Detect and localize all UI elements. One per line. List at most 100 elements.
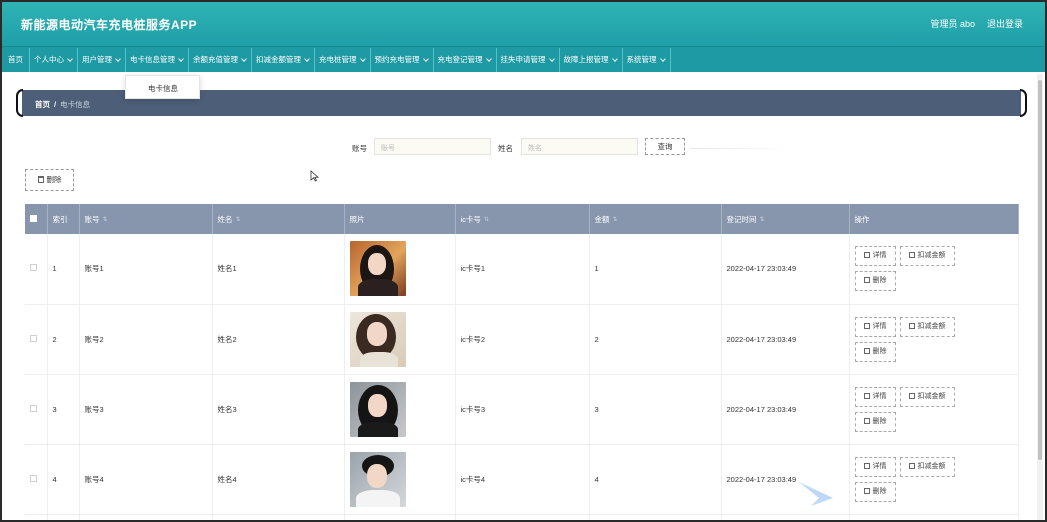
row-select-cell[interactable] bbox=[25, 444, 48, 515]
deduct-icon bbox=[908, 252, 915, 259]
row-select-cell[interactable] bbox=[25, 374, 48, 445]
delete-button[interactable]: 删除 bbox=[854, 481, 896, 502]
breadcrumb-text: 首页 / 电卡信息 bbox=[35, 99, 90, 110]
account-cell: 账号1 bbox=[79, 234, 213, 305]
nav-item-charging-record[interactable]: 充电登记管理 bbox=[434, 48, 497, 72]
delete-label: 删除 bbox=[872, 277, 887, 285]
sort-icon[interactable]: ⇅ bbox=[236, 216, 241, 223]
nav-label: 个人中心 bbox=[34, 55, 64, 64]
detail-button[interactable]: 详情 bbox=[854, 316, 896, 337]
delete-button[interactable]: 删除 bbox=[854, 341, 896, 362]
actions-cell: 详情 扣减金额 删除 bbox=[849, 374, 1019, 445]
detail-button[interactable]: 详情 bbox=[854, 456, 896, 477]
nav-item-loss-report[interactable]: 挂失申请管理 bbox=[497, 48, 560, 72]
column-header[interactable]: 金额 ⇅ bbox=[589, 204, 722, 234]
chevron-down-icon bbox=[659, 56, 666, 62]
amount-cell: 1 bbox=[589, 234, 722, 305]
row-select-cell[interactable] bbox=[25, 234, 48, 305]
table-row bbox=[25, 514, 1019, 520]
detail-label: 详情 bbox=[872, 392, 887, 400]
select-all-cell[interactable] bbox=[25, 204, 48, 234]
chevron-down-icon bbox=[422, 56, 429, 62]
select-all-checkbox[interactable] bbox=[30, 214, 37, 222]
deduct-button[interactable]: 扣减金额 bbox=[899, 316, 955, 337]
delete-button[interactable]: 删除 bbox=[854, 411, 896, 432]
sort-icon[interactable]: ⇅ bbox=[760, 216, 765, 223]
nav-label: 电卡信息管理 bbox=[130, 55, 175, 64]
trash-icon bbox=[37, 176, 44, 183]
nav-item-home[interactable]: 首页 bbox=[2, 48, 30, 72]
photo-cell bbox=[344, 444, 456, 515]
bulk-delete-button[interactable]: 删除 bbox=[25, 169, 74, 191]
name-input[interactable]: 姓名 bbox=[521, 138, 638, 155]
card-info-table: 索引 账号 ⇅ 姓名 ⇅ 照片 ic卡号 ⇅ 金额 ⇅ 登记时间 ⇅ 操作 1 账号1 姓… bbox=[25, 204, 1019, 520]
nav-item-reservation[interactable]: 预约充电管理 bbox=[371, 48, 434, 72]
column-header[interactable]: 姓名 ⇅ bbox=[212, 204, 345, 234]
nav-item-system-management[interactable]: 系统管理 bbox=[623, 48, 671, 72]
nav-item-deduction[interactable]: 扣减金额管理 bbox=[252, 48, 315, 72]
row-checkbox[interactable] bbox=[30, 474, 37, 482]
time-cell bbox=[721, 514, 850, 520]
column-header: 操作 bbox=[849, 204, 1019, 234]
photo-cell bbox=[344, 304, 456, 375]
row-checkbox[interactable] bbox=[30, 404, 37, 412]
card-number-cell: ic卡号4 bbox=[455, 444, 590, 515]
search-button[interactable]: 查询 bbox=[645, 138, 685, 155]
trash-icon bbox=[863, 417, 870, 424]
nav-item-fault-report[interactable]: 故障上报管理 bbox=[560, 48, 623, 72]
name-cell: 姓名3 bbox=[212, 374, 345, 445]
nav-label: 扣减金额管理 bbox=[256, 55, 301, 64]
nav-item-user-management[interactable]: 用户管理 bbox=[78, 48, 126, 72]
column-header-label: 金额 bbox=[594, 214, 610, 224]
row-checkbox[interactable] bbox=[30, 334, 37, 342]
chevron-down-icon bbox=[548, 56, 555, 62]
index-cell: 1 bbox=[47, 234, 80, 305]
row-select-cell[interactable] bbox=[25, 304, 48, 375]
deduct-icon bbox=[908, 322, 915, 329]
deduct-button[interactable]: 扣减金额 bbox=[899, 246, 955, 267]
trash-icon bbox=[863, 277, 870, 284]
column-header[interactable]: 登记时间 ⇅ bbox=[721, 204, 850, 234]
sort-icon[interactable]: ⇅ bbox=[613, 216, 618, 223]
chevron-down-icon bbox=[178, 56, 184, 62]
detail-icon bbox=[863, 462, 870, 469]
column-header[interactable]: ic卡号 ⇅ bbox=[455, 204, 590, 234]
amount-cell: 4 bbox=[589, 444, 722, 515]
nav-item-charging-pile[interactable]: 充电桩管理 bbox=[315, 48, 371, 72]
scrollbar-thumb[interactable] bbox=[1038, 80, 1042, 460]
detail-label: 详情 bbox=[872, 462, 887, 470]
column-header-label: 姓名 bbox=[217, 214, 233, 224]
breadcrumb-home[interactable]: 首页 bbox=[35, 100, 50, 109]
nav-item-balance-recharge[interactable]: 余额充值管理 bbox=[189, 48, 252, 72]
account-cell: 账号2 bbox=[79, 304, 213, 375]
admin-user-label[interactable]: 管理员 abo bbox=[930, 17, 975, 30]
sort-icon[interactable]: ⇅ bbox=[484, 216, 489, 223]
logout-link[interactable]: 退出登录 bbox=[987, 17, 1023, 30]
amount-cell bbox=[589, 514, 722, 520]
sort-icon[interactable]: ⇅ bbox=[103, 216, 108, 223]
deduct-button[interactable]: 扣减金额 bbox=[899, 456, 955, 477]
deduct-label: 扣减金额 bbox=[917, 322, 946, 330]
app-window: 新能源电动汽车充电桩服务APP 管理员 abo 退出登录 首页 个人中心 用户管… bbox=[0, 0, 1047, 522]
dropdown-item-card-info[interactable]: 电卡信息 bbox=[148, 84, 178, 93]
chevron-down-icon bbox=[67, 56, 73, 62]
column-header-label: ic卡号 bbox=[460, 214, 481, 224]
actions-cell: 详情 扣减金额 删除 bbox=[849, 444, 1019, 515]
deduct-button[interactable]: 扣减金额 bbox=[899, 386, 955, 407]
index-cell bbox=[47, 514, 80, 520]
card-number-cell: ic卡号3 bbox=[455, 374, 590, 445]
nav-item-card-info-management[interactable]: 电卡信息管理 bbox=[126, 48, 189, 72]
detail-button[interactable]: 详情 bbox=[854, 386, 896, 407]
name-cell: 姓名4 bbox=[212, 444, 345, 515]
deduct-label: 扣减金额 bbox=[917, 462, 946, 470]
search-form: 账号 账号 姓名 姓名 查询 bbox=[2, 138, 1045, 156]
delete-button[interactable]: 删除 bbox=[854, 271, 896, 292]
time-cell: 2022-04-17 23:03:49 bbox=[721, 374, 850, 445]
row-checkbox[interactable] bbox=[30, 264, 37, 272]
column-header[interactable]: 账号 ⇅ bbox=[79, 204, 213, 234]
account-input[interactable]: 账号 bbox=[374, 138, 491, 155]
detail-button[interactable]: 详情 bbox=[854, 246, 896, 267]
nav-item-personal-center[interactable]: 个人中心 bbox=[30, 48, 78, 72]
table-row: 4 账号4 姓名4 ic卡号4 4 2022-04-17 23:03:49 详情… bbox=[25, 444, 1019, 515]
photo-cell bbox=[344, 234, 456, 305]
